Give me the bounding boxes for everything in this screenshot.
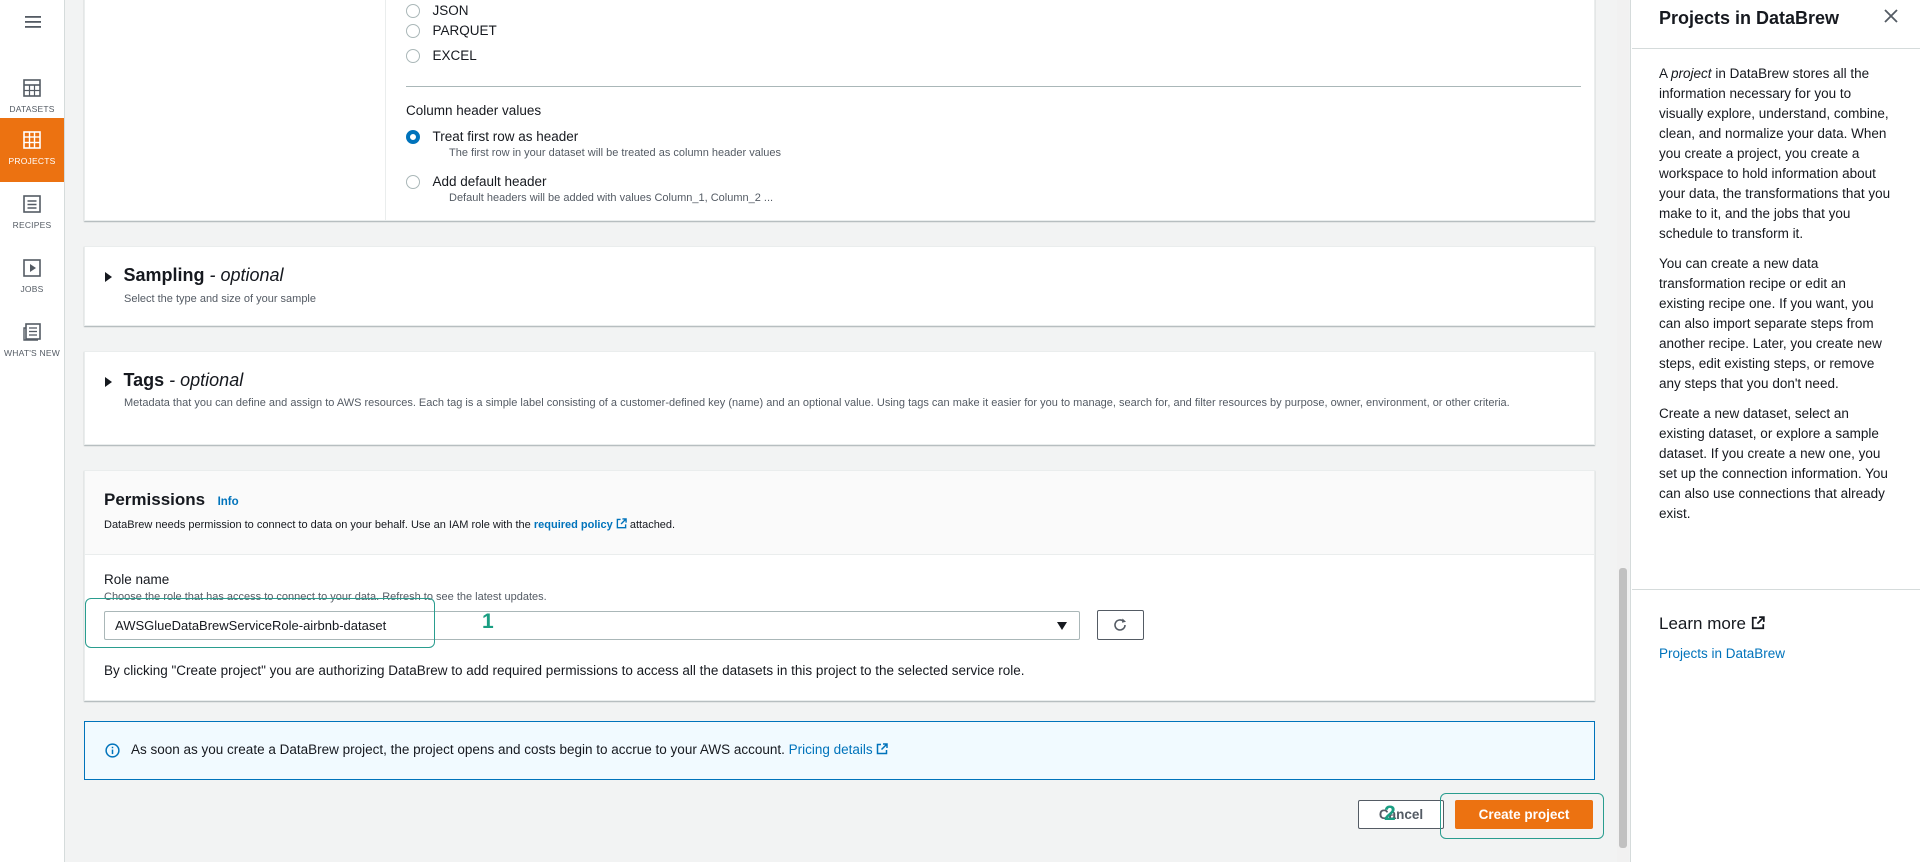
play-icon [23, 259, 41, 282]
nav-label: JOBS [20, 284, 44, 294]
radio-button[interactable] [406, 3, 420, 18]
nav-item-whats-new[interactable]: WHAT'S NEW [0, 310, 64, 374]
hamburger-icon[interactable] [0, 0, 65, 42]
nav-item-jobs[interactable]: JOBS [0, 246, 64, 310]
tags-expander[interactable]: Tags - optional [105, 370, 243, 391]
info-link[interactable]: Info [218, 496, 239, 508]
section-divider [406, 86, 1581, 87]
refresh-icon [1114, 618, 1126, 631]
main-content: JSON PARQUET EXCEL Column header values … [65, 0, 1615, 862]
nav-label: PROJECTS [8, 156, 56, 166]
option-label: Add default header [432, 174, 547, 189]
help-title: Projects in DataBrew [1659, 8, 1840, 28]
radio-button[interactable] [406, 23, 420, 38]
annotation-highlight-create [1440, 793, 1604, 839]
permissions-description: DataBrew needs permission to connect to … [104, 518, 676, 531]
tags-panel: Tags - optional Metadata that you can de… [84, 351, 1595, 445]
permissions-header [85, 471, 1594, 555]
close-icon[interactable] [1881, 6, 1901, 26]
required-policy-link[interactable]: required policy [534, 519, 613, 531]
radio-button[interactable] [406, 48, 420, 63]
annotation-highlight-role [85, 598, 435, 648]
permissions-title-row: Permissions Info [104, 490, 239, 510]
consent-text: By clicking "Create project" you are aut… [104, 663, 1025, 678]
info-icon [105, 743, 120, 758]
radio-button-checked[interactable] [406, 129, 420, 144]
pricing-alert: As soon as you create a DataBrew project… [84, 721, 1595, 780]
file-type-option-json[interactable]: JSON [406, 2, 468, 20]
annotation-number-2: 2 [1384, 802, 1396, 825]
side-nav-rail: DATASETS PROJECTS RECIPES JOBS WHAT'S NE… [0, 0, 65, 862]
help-divider [1632, 589, 1920, 590]
header-option-default[interactable]: Add default header [406, 173, 547, 191]
sampling-description: Select the type and size of your sample [124, 293, 316, 305]
sampling-expander[interactable]: Sampling - optional [105, 265, 284, 286]
external-link-icon [616, 518, 627, 529]
option-label: JSON [432, 3, 469, 18]
main-scrollbar[interactable] [1617, 0, 1629, 862]
column-divider [385, 0, 386, 221]
file-type-option-parquet[interactable]: PARQUET [406, 22, 497, 40]
caret-right-icon [105, 376, 112, 387]
newspaper-icon [23, 323, 41, 346]
learn-more-heading: Learn more [1659, 614, 1765, 634]
caret-down-icon [1057, 622, 1067, 630]
column-header-title: Column header values [406, 103, 542, 118]
nav-label: RECIPES [12, 220, 52, 230]
external-link-icon [1751, 616, 1765, 630]
scrollbar-thumb[interactable] [1619, 568, 1627, 848]
sampling-panel: Sampling - optional Select the type and … [84, 246, 1595, 326]
help-paragraph-3: Create a new dataset, select an existing… [1659, 406, 1888, 521]
file-type-option-excel[interactable]: EXCEL [406, 47, 477, 65]
tags-description: Metadata that you can define and assign … [124, 397, 1510, 409]
nav-item-recipes[interactable]: RECIPES [0, 182, 64, 246]
annotation-number-1: 1 [482, 610, 494, 633]
option-description: The first row in your dataset will be tr… [449, 147, 781, 159]
permissions-panel: Permissions Info DataBrew needs permissi… [84, 470, 1595, 701]
header-option-first-row[interactable]: Treat first row as header [406, 128, 578, 146]
sampling-title: Sampling - optional [123, 265, 284, 285]
nav-item-projects[interactable]: PROJECTS [0, 118, 64, 182]
grid-icon [23, 131, 41, 154]
nav-label: DATASETS [9, 104, 55, 114]
role-name-label: Role name [104, 572, 170, 587]
pricing-details-link[interactable]: Pricing details [789, 742, 873, 757]
alert-text: As soon as you create a DataBrew project… [131, 742, 889, 757]
list-icon [23, 195, 41, 218]
projects-in-databrew-link[interactable]: Projects in DataBrew [1659, 646, 1785, 661]
option-description: Default headers will be added with value… [449, 192, 774, 204]
table-icon [23, 79, 41, 102]
refresh-button[interactable] [1097, 610, 1144, 640]
help-paragraph-2: You can create a new data transformation… [1659, 256, 1882, 391]
help-panel: Projects in DataBrew A project in DataBr… [1630, 0, 1920, 862]
help-body: A project in DataBrew stores all the inf… [1659, 64, 1894, 524]
dataset-details-panel: JSON PARQUET EXCEL Column header values … [84, 0, 1595, 221]
help-divider [1632, 48, 1920, 49]
help-paragraph-1: A project in DataBrew stores all the inf… [1659, 66, 1891, 241]
permissions-title: Permissions [104, 490, 206, 509]
external-link-icon [877, 743, 889, 755]
option-label: PARQUET [432, 23, 497, 38]
nav-label: WHAT'S NEW [4, 348, 60, 358]
caret-right-icon [105, 271, 112, 282]
tags-title: Tags - optional [123, 370, 244, 390]
radio-button[interactable] [406, 174, 420, 189]
cancel-button[interactable]: Cancel [1358, 800, 1444, 829]
option-label: EXCEL [432, 48, 477, 63]
option-label: Treat first row as header [432, 129, 579, 144]
